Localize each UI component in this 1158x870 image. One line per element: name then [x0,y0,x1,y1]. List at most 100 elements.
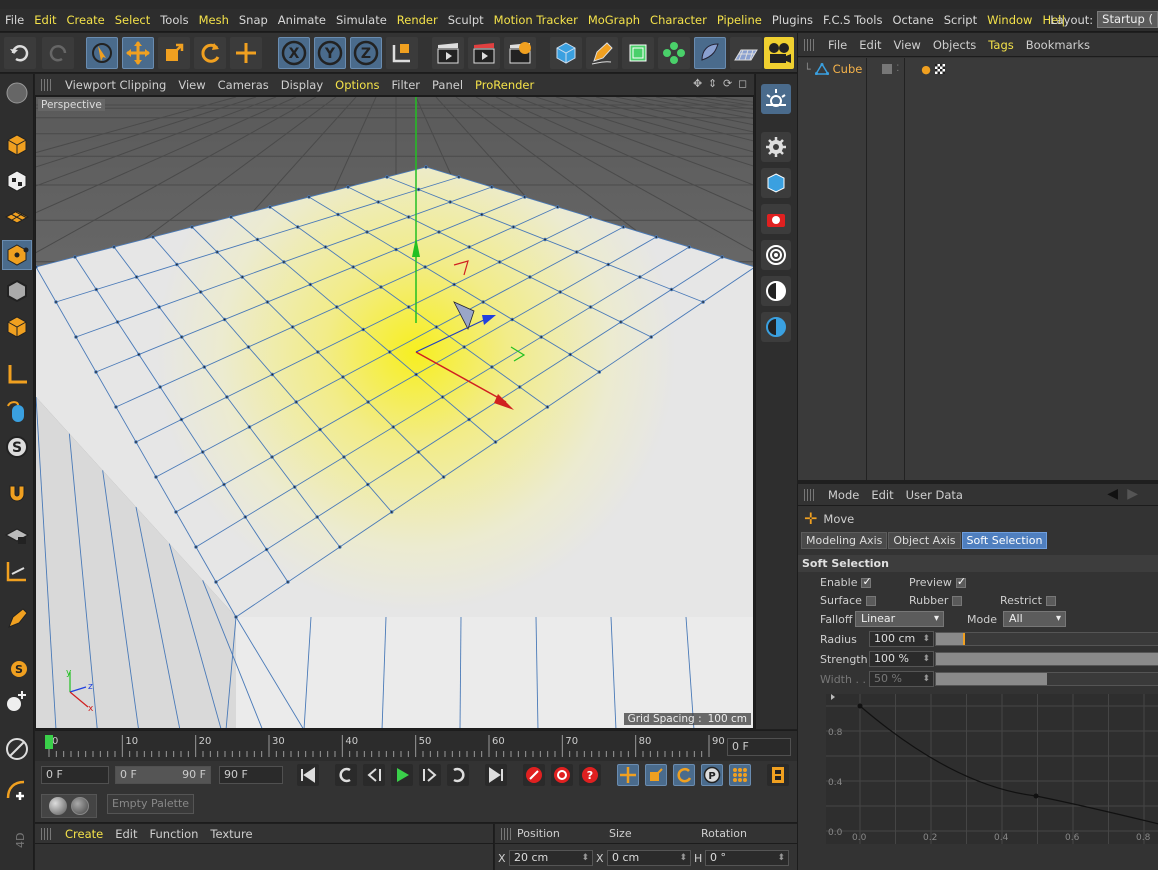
spline-tool-button[interactable] [2,734,32,764]
mesh-point[interactable] [73,255,77,259]
mesh-point[interactable] [294,400,298,404]
obj-menu-view[interactable]: View [888,38,927,52]
menu-item-window[interactable]: Window [982,13,1037,27]
menu-item-motion-tracker[interactable]: Motion Tracker [489,13,583,27]
orbit-icon[interactable]: ⟳ [723,78,735,90]
subdivision-surface-button[interactable] [622,37,654,69]
polygons-mode-button[interactable] [2,312,32,342]
mesh-point[interactable] [511,225,516,229]
add-spline-button[interactable] [2,774,32,804]
attribute-panel-grip[interactable] [804,488,816,501]
falloff-graph[interactable]: 0.8 0.4 0.0 0.0 0.2 0.4 0.6 0.8 [826,694,1158,844]
mesh-point[interactable] [54,300,58,304]
mesh-point[interactable] [270,455,274,459]
mesh-point[interactable] [243,515,248,519]
sphere-shading-icon[interactable] [49,797,67,815]
mesh-point[interactable] [247,425,252,429]
mesh-point[interactable] [497,260,502,264]
curve-start-knot[interactable] [857,703,863,709]
mesh-point[interactable] [517,385,522,389]
tab-soft-selection[interactable]: Soft Selection [961,532,1048,549]
menu-item-animate[interactable]: Animate [273,13,331,27]
key-position-button[interactable] [617,764,639,786]
width-slider[interactable] [935,672,1158,686]
mat-menu-edit[interactable]: Edit [109,827,143,841]
mesh-point[interactable] [588,215,593,219]
menu-item-f-c-s-tools[interactable]: F.C.S Tools [818,13,887,27]
key-scale-button[interactable] [645,764,667,786]
phong-tag-icon[interactable]: ● [921,63,931,76]
mesh-point[interactable] [366,482,370,487]
mesh-point[interactable] [134,440,138,444]
mesh-point[interactable] [179,335,184,339]
preview-row[interactable]: Preview [909,575,966,589]
key-parameter-button[interactable]: P [701,764,723,786]
mesh-point[interactable] [175,262,179,267]
locked-workplane-button[interactable] [2,520,32,550]
vp-menu-panel[interactable]: Panel [426,78,469,92]
mesh-point[interactable] [366,400,370,404]
redo-button[interactable] [42,37,74,69]
octane-settings-button[interactable] [761,132,791,162]
mesh-point[interactable] [282,260,286,264]
vp-menu-cameras[interactable]: Cameras [212,78,275,92]
mesh-point[interactable] [687,245,691,249]
layout-selector[interactable]: Layout: Startup ( [1050,11,1158,28]
octane-contrast-button[interactable] [761,276,791,306]
object-panel-grip[interactable] [804,38,816,51]
mesh-point[interactable] [555,205,560,209]
menu-item-mograph[interactable]: MoGraph [583,13,645,27]
mesh-point[interactable] [493,440,498,444]
mesh-point[interactable] [115,320,120,324]
x-position-field[interactable]: 20 cm [509,850,593,866]
mesh-point[interactable] [376,200,381,204]
mesh-point[interactable] [457,175,461,179]
timeline-window-button[interactable] [767,764,789,786]
mesh-point[interactable] [649,335,653,339]
frame-range-slider[interactable]: 0 F 90 F [115,766,211,784]
octane-half-button[interactable] [761,312,791,342]
live-selection-button[interactable] [86,37,118,69]
mesh-point[interactable] [361,327,366,332]
mesh-point[interactable] [434,325,439,329]
mesh-point[interactable] [264,547,269,552]
texture-mode-button[interactable] [2,166,32,196]
mesh-point[interactable] [315,515,319,519]
mesh-point[interactable] [437,230,441,234]
axis-mode-button[interactable] [2,360,32,390]
panel-grip[interactable] [41,78,53,91]
mesh-point[interactable] [406,305,411,309]
previous-key-button[interactable] [335,764,357,786]
mesh-point[interactable] [151,235,155,239]
texture-tag-icon[interactable] [934,64,945,74]
next-key-button[interactable] [447,764,469,786]
coordinate-panel-grip[interactable] [501,827,513,840]
mesh-point[interactable] [543,237,547,242]
previous-frame-button[interactable] [363,764,385,786]
move-tool-button[interactable] [122,37,154,69]
mesh-point[interactable] [157,305,161,309]
make-editable-button[interactable] [2,78,32,108]
mesh-point[interactable] [268,205,272,209]
model-mode-button[interactable] [2,130,32,160]
mesh-point[interactable] [137,352,141,357]
mesh-point[interactable] [391,425,396,429]
mesh-point[interactable] [112,245,116,249]
max-frame-field[interactable]: 90 F [219,766,283,784]
mesh-point[interactable] [406,215,411,219]
vp-menu-options[interactable]: Options [329,78,385,92]
mesh-point[interactable] [621,225,626,229]
mesh-point[interactable] [480,212,484,217]
mesh-point[interactable] [539,335,543,339]
obj-menu-objects[interactable]: Objects [927,38,982,52]
mesh-point[interactable] [654,235,659,239]
attr-menu-user-data[interactable]: User Data [900,488,969,502]
mesh-point[interactable] [394,247,398,252]
width-field[interactable]: 50 % [869,671,934,687]
menu-item-tools[interactable]: Tools [155,13,193,27]
mesh-point[interactable] [701,300,705,304]
menu-item-simulate[interactable]: Simulate [331,13,392,27]
mesh-point[interactable] [351,265,355,269]
tweak-mode-button[interactable] [2,396,32,426]
mesh-point[interactable] [528,275,532,279]
